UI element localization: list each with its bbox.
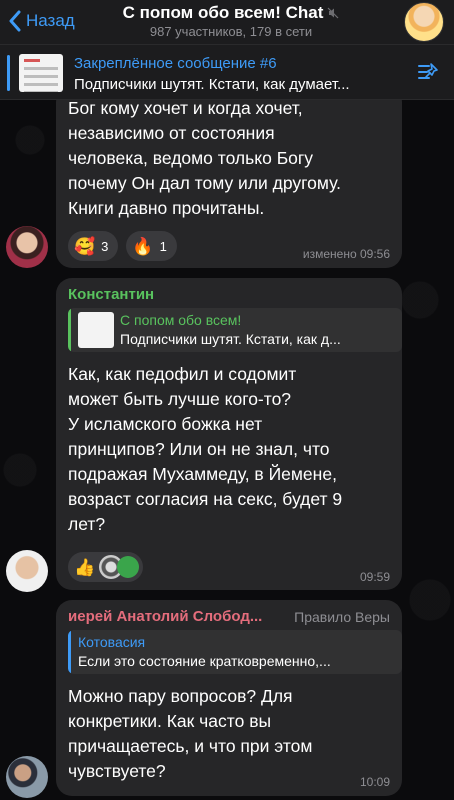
pinned-thumbnail xyxy=(19,54,63,92)
message-line: лет? xyxy=(68,514,106,534)
message-line: конкретики. Как часто вы xyxy=(68,711,272,731)
reactor-avatar xyxy=(117,556,140,578)
message-bubble[interactable]: иерей Анатолий Слобод... Правило Веры Ко… xyxy=(56,600,402,796)
message-text: Как, как педофил и содомит может быть лу… xyxy=(68,362,398,537)
smiling-hearts-icon: 🥰 xyxy=(74,236,96,256)
quote-bar xyxy=(68,308,71,352)
thumbs-up-icon: 👍 xyxy=(74,557,96,577)
chat-title-area[interactable]: С попом обо всем! Chat 987 участников, 1… xyxy=(100,3,362,39)
quote-thumbnail xyxy=(78,312,114,348)
reply-name: С попом обо всем! xyxy=(120,312,242,328)
message-line: У исламского божка нет xyxy=(68,414,263,434)
message-line: принципов? Или он не знал, что xyxy=(68,439,330,459)
message-line: Как, как педофил и содомит xyxy=(68,364,297,384)
mute-icon xyxy=(327,7,339,19)
chat-subtitle: 987 участников, 179 в сети xyxy=(149,24,313,39)
message-line: причащаетесь, и что при этом xyxy=(68,736,313,756)
sender-name[interactable]: Константин xyxy=(68,286,154,303)
reactions-row: 👍 xyxy=(68,552,144,582)
quote-bar xyxy=(68,630,71,674)
message-line: чувствуете? xyxy=(68,761,166,781)
reactions-row: 🥰 3 🔥 1 xyxy=(68,231,177,261)
reply-name: Котовасия xyxy=(78,634,146,650)
message-time: 09:59 xyxy=(359,570,390,584)
message-line: независимо от состояния xyxy=(68,123,275,143)
message-line: Книги давно прочитаны. xyxy=(68,198,265,218)
message-line: человека, ведомо только Богу xyxy=(68,148,314,168)
message-time: изменено 09:56 xyxy=(302,247,390,261)
user-avatar[interactable] xyxy=(6,226,48,268)
user-avatar[interactable] xyxy=(6,550,48,592)
reaction-fire[interactable]: 🔥 1 xyxy=(126,231,177,261)
chevron-left-icon xyxy=(9,10,21,32)
reaction-smiling-hearts[interactable]: 🥰 3 xyxy=(68,231,119,261)
fire-icon: 🔥 xyxy=(132,236,154,256)
message-text: Можно пару вопросов? Для конкретики. Как… xyxy=(68,684,398,784)
pinned-list-icon[interactable] xyxy=(416,61,440,83)
back-label: Назад xyxy=(26,11,75,30)
reaction-thumbs-up[interactable]: 👍 xyxy=(68,552,144,582)
member-title: Правило Веры xyxy=(294,609,390,625)
reaction-count: 1 xyxy=(159,238,167,254)
reaction-count: 3 xyxy=(101,238,109,254)
chat-header: Назад С попом обо всем! Chat 987 участни… xyxy=(0,0,454,44)
reply-quote[interactable]: Котовасия Если это состояние кратковреме… xyxy=(68,630,402,674)
chat-title: С попом обо всем! Chat xyxy=(122,3,324,22)
reply-text: Если это состояние кратковременно,... xyxy=(78,653,331,669)
back-button[interactable]: Назад xyxy=(8,6,75,36)
pinned-title: Закреплённое сообщение #6 xyxy=(74,55,277,72)
chat-avatar[interactable] xyxy=(404,2,444,42)
reply-text: Подписчики шутят. Кстати, как д... xyxy=(120,331,341,347)
user-avatar[interactable] xyxy=(6,756,48,798)
message-text: Бог кому хочет и когда хочет, независимо… xyxy=(68,96,398,221)
pinned-message-bar[interactable]: Закреплённое сообщение #6 Подписчики шут… xyxy=(0,44,454,100)
sender-name[interactable]: иерей Анатолий Слобод... xyxy=(68,608,262,625)
message-bubble[interactable]: Константин С попом обо всем! Подписчики … xyxy=(56,278,402,590)
message-line: возраст согласия на секс, будет 9 xyxy=(68,489,343,509)
message-time: 10:09 xyxy=(359,775,390,789)
message-line: подражая Мухаммеду, в Йемене, xyxy=(68,464,337,484)
message-line: Можно пару вопросов? Для xyxy=(68,686,293,706)
message-bubble[interactable]: Бог кому хочет и когда хочет, независимо… xyxy=(56,86,402,268)
pinned-indicator xyxy=(7,55,10,91)
message-line: может быть лучше кого-то? xyxy=(68,389,292,409)
pinned-text: Подписчики шутят. Кстати, как думает... xyxy=(74,76,350,93)
message-line: почему Он дал тому или другому. xyxy=(68,173,342,193)
reply-quote[interactable]: С попом обо всем! Подписчики шутят. Кста… xyxy=(68,308,402,352)
